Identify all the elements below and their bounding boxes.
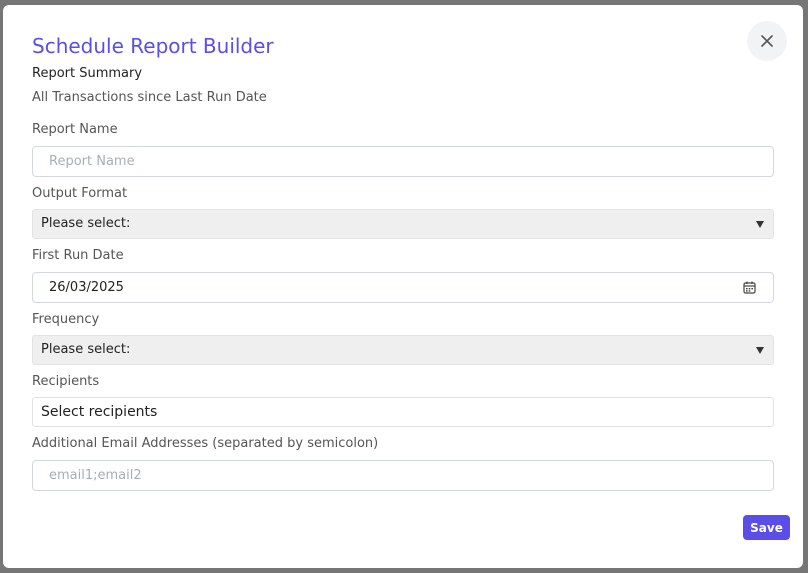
report-summary-text: All Transactions since Last Run Date: [32, 90, 267, 105]
output-format-select[interactable]: Please select:: [32, 209, 774, 239]
frequency-selected: Please select:: [41, 342, 131, 357]
recipients-placeholder: Select recipients: [41, 404, 158, 420]
first-run-date-value: 26/03/2025: [49, 280, 124, 295]
close-button[interactable]: [747, 21, 787, 61]
frequency-select[interactable]: Please select:: [32, 335, 774, 365]
report-summary-heading: Report Summary: [32, 66, 143, 81]
report-name-input[interactable]: [32, 146, 774, 177]
output-format-label: Output Format: [32, 186, 128, 201]
save-button[interactable]: Save: [743, 515, 790, 540]
additional-emails-input[interactable]: [32, 460, 774, 491]
report-name-label: Report Name: [32, 122, 118, 137]
first-run-date-label: First Run Date: [32, 248, 124, 263]
output-format-selected: Please select:: [41, 216, 131, 231]
recipients-label: Recipients: [32, 374, 100, 389]
caret-down-icon: [756, 347, 764, 354]
recipients-select[interactable]: Select recipients: [32, 397, 774, 427]
additional-emails-label: Additional Email Addresses (separated by…: [32, 436, 379, 451]
first-run-date-input[interactable]: 26/03/2025: [32, 272, 774, 303]
calendar-icon[interactable]: [743, 281, 756, 294]
frequency-label: Frequency: [32, 312, 100, 327]
modal-title: Schedule Report Builder: [32, 34, 274, 58]
caret-down-icon: [756, 221, 764, 228]
schedule-report-modal: Schedule Report Builder Report Summary A…: [3, 5, 803, 568]
close-icon: [761, 35, 773, 47]
